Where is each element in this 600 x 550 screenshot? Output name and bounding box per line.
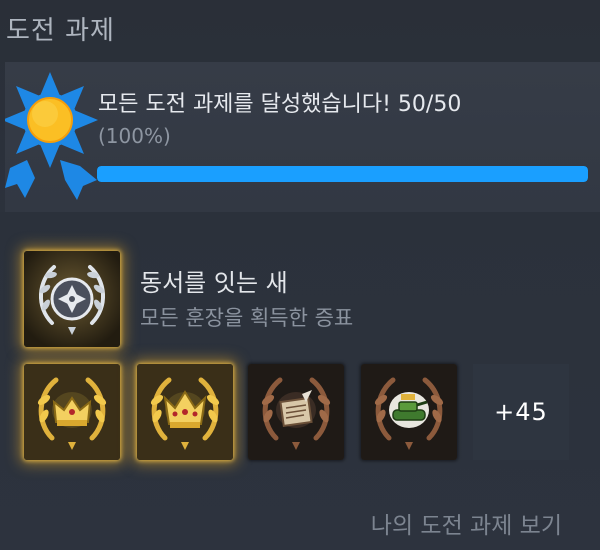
achievement-crown-icon[interactable]	[24, 364, 120, 460]
featured-achievement-description: 모든 훈장을 획득한 증표	[140, 306, 354, 330]
progress-bar-fill	[97, 166, 588, 182]
completion-badge-icon	[2, 68, 100, 208]
achievement-scroll-icon[interactable]	[248, 364, 344, 460]
achievement-tank-icon[interactable]	[361, 364, 457, 460]
section-title: 도전 과제	[6, 16, 115, 46]
achievement-crown-icon[interactable]	[137, 364, 233, 460]
featured-achievement-icon[interactable]	[24, 251, 120, 347]
summary-panel: 모든 도전 과제를 달성했습니다! 50/50 (100%)	[2, 62, 600, 212]
more-achievements-button[interactable]: +45	[473, 364, 569, 460]
featured-achievement-name: 동서를 잇는 새	[140, 269, 288, 297]
completion-summary: 모든 도전 과제를 달성했습니다! 50/50	[98, 92, 462, 117]
completion-percent: (100%)	[98, 124, 171, 148]
progress-bar	[97, 166, 588, 182]
view-my-achievements-link[interactable]: 나의 도전 과제 보기	[371, 506, 562, 540]
